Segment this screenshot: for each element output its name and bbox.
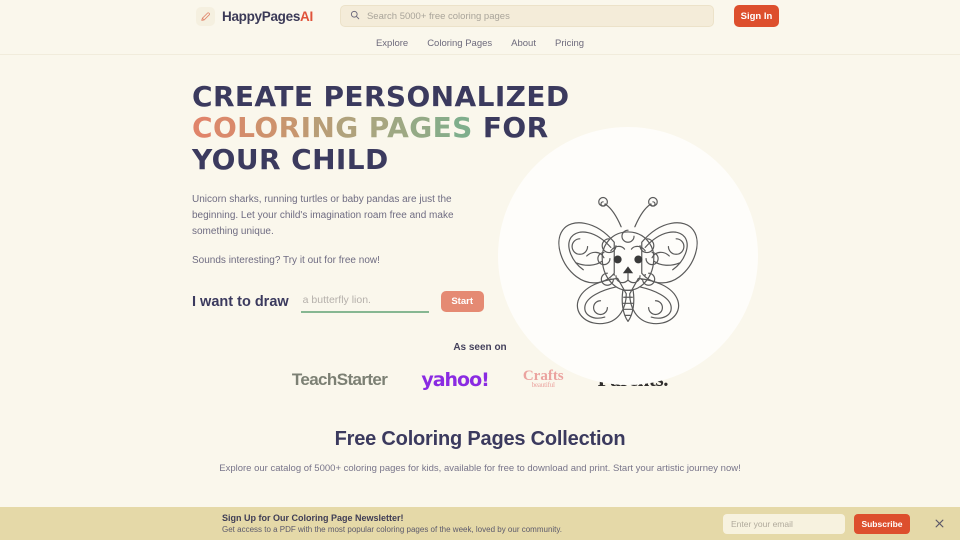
search-icon — [350, 7, 360, 25]
nav-item-explore[interactable]: Explore — [376, 38, 408, 49]
press-label: As seen on — [453, 342, 507, 353]
newsletter-title: Sign Up for Our Coloring Page Newsletter… — [222, 513, 404, 523]
butterfly-lion-icon — [558, 196, 698, 325]
prompt-input[interactable] — [300, 290, 429, 313]
press-logo-teachstarter: TeachStarter — [291, 369, 388, 389]
newsletter-subtitle: Get access to a PDF with the most popula… — [222, 525, 563, 534]
headline-line-1: CREATE PERSONALIZED — [192, 80, 570, 113]
search-input[interactable] — [366, 10, 704, 22]
press-logo-crafts-beautiful: Crafts beautiful — [523, 369, 564, 389]
logo-text-accent: AI — [300, 8, 313, 24]
nav-item-about[interactable]: About — [511, 38, 536, 49]
site-header: HappyPagesAI Sign In — [0, 0, 960, 32]
search-bar[interactable] — [339, 5, 714, 27]
nav-item-pricing[interactable]: Pricing — [555, 38, 584, 49]
headline-line-3: YOUR CHILD — [192, 142, 389, 176]
press-logo-yahoo: yahoo! — [421, 368, 490, 391]
collection-section: Free Coloring Pages Collection Explore o… — [0, 428, 960, 474]
headline-line-2: COLORING PAGES FOR — [192, 111, 549, 145]
press-logos: TeachStarter yahoo! Crafts beautiful Par… — [0, 367, 960, 392]
hero-section: CREATE PERSONALIZED COLORING PAGES FOR Y… — [0, 55, 960, 385]
start-button[interactable]: Start — [440, 291, 484, 313]
logo-text-primary: HappyPages — [222, 8, 301, 24]
main-navigation: Explore Coloring Pages About Pricing — [0, 32, 960, 55]
pencil-icon — [196, 6, 215, 26]
hero-paragraph-2: Sounds interesting? Try it out for free … — [192, 254, 380, 266]
newsletter-texts: Sign Up for Our Coloring Page Newsletter… — [222, 513, 562, 534]
press-section: As seen on TeachStarter yahoo! Crafts be… — [0, 342, 960, 392]
page-title: CREATE PERSONALIZED COLORING PAGES FOR Y… — [192, 80, 570, 176]
logo-wordmark: HappyPagesAI — [222, 9, 313, 24]
newsletter-email-input[interactable] — [723, 513, 845, 534]
nav-item-coloring-pages[interactable]: Coloring Pages — [427, 38, 492, 49]
sign-in-button[interactable]: Sign In — [733, 5, 779, 27]
site-logo[interactable]: HappyPagesAI — [196, 6, 313, 26]
close-icon[interactable] — [932, 517, 946, 531]
hero-illustration — [498, 127, 758, 385]
subscribe-button[interactable]: Subscribe — [854, 513, 910, 534]
collection-subtitle: Explore our catalog of 5000+ coloring pa… — [219, 463, 741, 474]
press-logo-crafts-sub: beautiful — [531, 380, 555, 389]
newsletter-bar: Sign Up for Our Coloring Page Newsletter… — [0, 507, 960, 540]
hero-paragraph-1: Unicorn sharks, running turtles or baby … — [192, 194, 454, 238]
prompt-label: I want to draw — [192, 293, 289, 310]
collection-title: Free Coloring Pages Collection — [334, 428, 626, 450]
